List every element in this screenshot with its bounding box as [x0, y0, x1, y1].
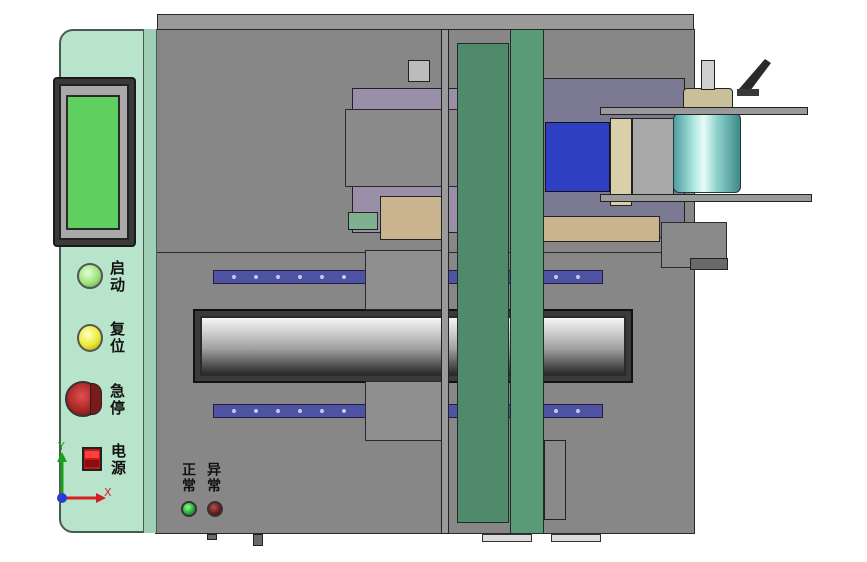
bottom-tab-small [207, 534, 217, 540]
shaft [701, 60, 715, 90]
reset-button-label: 复位 [108, 321, 126, 355]
gantry-column-right [510, 29, 544, 534]
x-axis-label: X [104, 486, 112, 499]
start-button-label: 启动 [108, 260, 126, 294]
abnormal-indicator-light [207, 501, 223, 517]
y-axis-arrowhead [57, 452, 67, 462]
beige-frame [610, 118, 632, 206]
bottom-tab [253, 534, 263, 546]
start-button[interactable] [77, 263, 103, 289]
film-roll-cylinder [673, 113, 741, 193]
emergency-stop-label: 急停 [108, 383, 126, 417]
foot-right [551, 534, 601, 542]
feed-mechanism-beige [380, 196, 442, 240]
bracket-top [408, 60, 430, 82]
gantry-rod [441, 29, 449, 534]
right-housing-beige [540, 216, 660, 242]
mechanism-green-plate [348, 212, 378, 230]
blue-film-block [545, 122, 610, 192]
normal-indicator-label: 正常 [180, 462, 196, 494]
foot-left [482, 534, 532, 542]
emergency-stop-collar [90, 383, 102, 415]
adjustment-handle-icon[interactable] [735, 55, 775, 103]
y-axis-label: Y [58, 440, 65, 453]
reset-button[interactable] [77, 324, 103, 352]
top-frame-strip [157, 14, 694, 30]
right-gray-plate [632, 118, 674, 198]
support-arm-bottom [600, 194, 812, 202]
abnormal-indicator-label: 异常 [205, 462, 221, 494]
roller-tube [200, 316, 626, 376]
hmi-touchscreen[interactable] [66, 95, 120, 230]
lower-slider-block [365, 381, 443, 441]
upper-slider-block [365, 250, 443, 310]
motor-base [690, 258, 728, 270]
control-panel-edge [143, 29, 157, 533]
normal-indicator-light [181, 501, 197, 517]
support-arm-top [600, 107, 808, 115]
z-axis-origin [57, 493, 67, 503]
gantry-column-left [457, 43, 509, 523]
gantry-bottom-block [544, 440, 566, 520]
